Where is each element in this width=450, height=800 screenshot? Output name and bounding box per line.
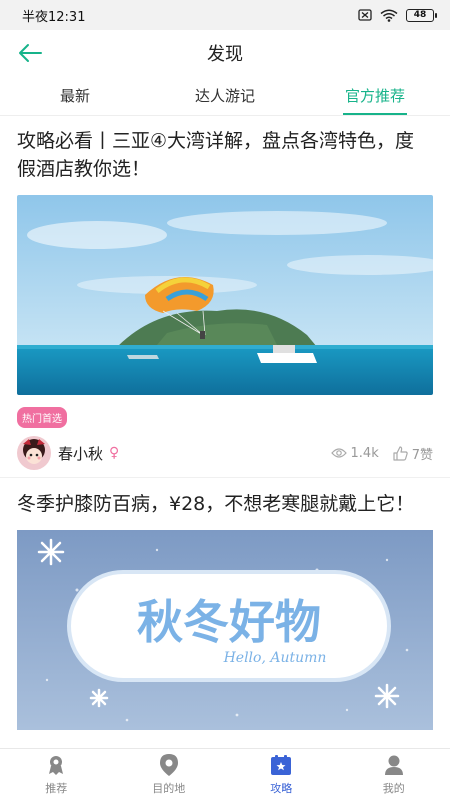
back-arrow-icon — [19, 44, 42, 62]
nav-recommend[interactable]: 推荐 — [0, 749, 113, 800]
article-title[interactable]: 冬季护膝防百病，¥28，不想老寒腿就戴上它！ — [17, 490, 433, 518]
article-feed: 攻略必看丨三亚④大湾详解，盘点各湾特色，度假酒店教你选！ 热门首选 春小秋 ♀ … — [0, 117, 450, 747]
nav-guide[interactable]: 攻略 — [225, 749, 338, 800]
article-meta: 春小秋 ♀ 1.4k 7赞 — [17, 436, 433, 470]
views-count: 1.4k — [350, 445, 379, 461]
back-button[interactable] — [16, 40, 44, 66]
article-stats: 1.4k 7赞 — [330, 444, 433, 463]
article-cover-image[interactable]: 秋冬好物 Hello, Autumn — [17, 530, 433, 730]
like-button[interactable]: 7赞 — [393, 444, 433, 463]
thumbs-up-icon — [393, 445, 408, 461]
guide-icon — [270, 753, 292, 777]
nav-guide-label: 攻略 — [270, 782, 293, 795]
profile-icon — [383, 753, 405, 777]
status-icons: 48 — [358, 8, 437, 22]
battery-icon: 48 — [406, 8, 437, 22]
likes-count: 7赞 — [411, 447, 433, 463]
female-gender-icon: ♀ — [109, 445, 120, 461]
wifi-icon — [380, 9, 398, 22]
article-cover-image[interactable] — [17, 195, 433, 395]
nav-destination-label: 目的地 — [152, 782, 186, 795]
status-time: 半夜12:31 — [22, 9, 86, 25]
author-avatar[interactable] — [17, 436, 51, 470]
article-card[interactable]: 攻略必看丨三亚④大湾详解，盘点各湾特色，度假酒店教你选！ 热门首选 春小秋 ♀ … — [0, 117, 450, 470]
nav-profile-label: 我的 — [382, 782, 405, 795]
recommend-icon — [45, 753, 67, 777]
article-card[interactable]: 冬季护膝防百病，¥28，不想老寒腿就戴上它！ 秋冬好物 Hello, Autum… — [0, 478, 450, 730]
page-title: 发现 — [207, 44, 243, 65]
sim-card-icon — [358, 9, 372, 21]
tab-expert-travelogues[interactable]: 达人游记 — [150, 76, 300, 115]
nav-destination[interactable]: 目的地 — [113, 749, 226, 800]
eye-icon — [330, 448, 347, 458]
article-title[interactable]: 攻略必看丨三亚④大湾详解，盘点各湾特色，度假酒店教你选！ — [17, 127, 433, 183]
tab-latest[interactable]: 最新 — [0, 76, 150, 115]
tab-bar: 最新 达人游记 官方推荐 — [0, 76, 450, 116]
bottom-nav: 推荐 目的地 攻略 我的 — [0, 748, 450, 800]
banner-main-text: 秋冬好物 — [137, 595, 321, 649]
status-bar: 半夜12:31 48 — [0, 0, 450, 30]
banner-sub-text: Hello, Autumn — [223, 650, 327, 666]
nav-profile[interactable]: 我的 — [338, 749, 450, 800]
location-pin-icon — [158, 753, 180, 777]
views-stat: 1.4k — [330, 445, 379, 461]
nav-recommend-label: 推荐 — [45, 782, 68, 795]
app-header: 发现 — [0, 30, 450, 76]
tab-official-recommended[interactable]: 官方推荐 — [300, 76, 450, 115]
hot-pick-tag: 热门首选 — [17, 407, 67, 428]
author-name[interactable]: 春小秋 — [58, 443, 103, 464]
